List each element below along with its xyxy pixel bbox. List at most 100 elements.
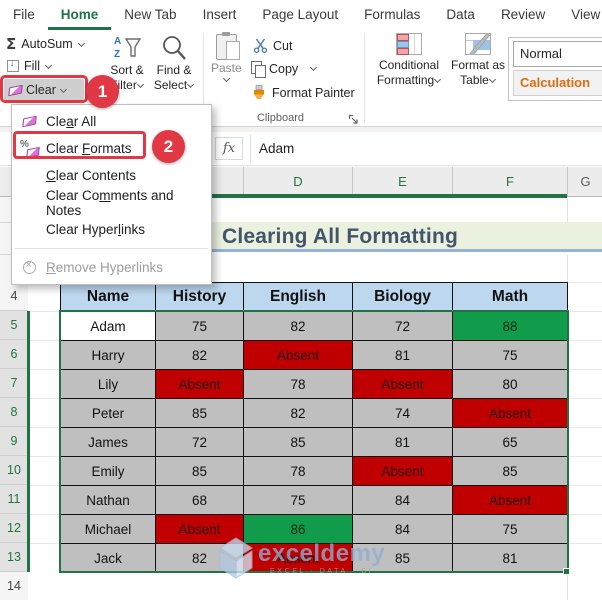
name-cell[interactable]: Jack [61, 544, 156, 573]
format-painter-button[interactable]: Format Painter [250, 85, 355, 101]
row-header-10[interactable]: 10 [0, 456, 28, 485]
column-header-E[interactable]: E [352, 167, 452, 196]
tab-home[interactable]: Home [47, 0, 112, 30]
grade-cell[interactable]: 84 [353, 515, 453, 544]
row-header-12[interactable]: 12 [0, 514, 28, 543]
grade-cell[interactable]: 80 [453, 370, 568, 399]
grade-cell[interactable]: 82 [244, 399, 353, 428]
grade-cell[interactable]: Absent [453, 399, 568, 428]
name-cell[interactable]: Adam [61, 312, 156, 341]
menu-item-remove-hyperlinks[interactable]: Remove Hyperlinks [12, 254, 211, 281]
column-header-cell-history[interactable]: History [156, 283, 244, 312]
cut-button[interactable]: Cut [253, 38, 292, 53]
grade-cell[interactable]: 82 [156, 544, 244, 573]
row-header-14[interactable]: 14 [0, 572, 28, 600]
cell-style-calculation[interactable]: Calculation [513, 70, 602, 96]
row-header-8[interactable]: 8 [0, 398, 28, 427]
fill-button[interactable]: Fill [7, 58, 53, 73]
grade-cell[interactable]: Absent [353, 370, 453, 399]
grade-cell[interactable]: 84 [353, 486, 453, 515]
format-as-table-button[interactable]: Format as Table [447, 33, 509, 88]
menu-item-clear-comments-and-notes[interactable]: Clear Comments and Notes [12, 188, 211, 218]
grade-cell[interactable]: Absent [453, 486, 568, 515]
grade-cell[interactable]: 78 [244, 457, 353, 486]
grade-cell[interactable]: 85 [156, 457, 244, 486]
grade-cell[interactable]: 81 [453, 544, 568, 573]
row-header-9[interactable]: 9 [0, 427, 28, 456]
grade-cell[interactable]: Absent [353, 457, 453, 486]
grade-cell[interactable]: 75 [453, 515, 568, 544]
fill-handle[interactable] [563, 568, 570, 575]
tab-view[interactable]: View [558, 0, 602, 30]
row-header-11[interactable]: 11 [0, 485, 28, 514]
menu-item-clear-hyperlinks[interactable]: Clear Hyperlinks [12, 216, 211, 243]
column-header-D[interactable]: D [243, 167, 352, 196]
tab-new-tab[interactable]: New Tab [111, 0, 189, 30]
grade-cell[interactable]: Absent [156, 515, 244, 544]
autosum-button[interactable]: Σ AutoSum [6, 35, 85, 53]
grade-cell[interactable]: 72 [353, 312, 453, 341]
label-post: lear Contents [55, 168, 137, 183]
tab-data[interactable]: Data [433, 0, 488, 30]
grade-cell[interactable]: 78 [244, 370, 353, 399]
grade-cell[interactable]: Absent [244, 544, 353, 573]
name-cell[interactable]: Michael [61, 515, 156, 544]
conditional-formatting-button[interactable]: Conditional Formatting [372, 33, 446, 88]
tab-insert[interactable]: Insert [190, 0, 250, 30]
formula-bar-value[interactable]: Adam [259, 132, 294, 165]
grade-cell[interactable]: 65 [453, 428, 568, 457]
grade-cell[interactable]: 81 [353, 341, 453, 370]
grade-cell[interactable]: Absent [244, 341, 353, 370]
copy-button[interactable]: Copy [251, 61, 318, 78]
row-header-13[interactable]: 13 [0, 543, 28, 572]
paste-button[interactable]: Paste [211, 32, 242, 83]
name-cell[interactable]: Harry [61, 341, 156, 370]
grade-cell[interactable]: 68 [156, 486, 244, 515]
tab-page-layout[interactable]: Page Layout [249, 0, 351, 30]
grade-cell[interactable]: 72 [156, 428, 244, 457]
grade-cell[interactable]: 85 [156, 399, 244, 428]
column-header-cell-biology[interactable]: Biology [353, 283, 453, 312]
grade-cell[interactable]: 81 [353, 428, 453, 457]
grade-cell[interactable]: 75 [453, 341, 568, 370]
fx-icon[interactable]: fx [215, 137, 243, 160]
name-cell[interactable]: Emily [61, 457, 156, 486]
grade-cell[interactable]: 85 [244, 428, 353, 457]
scissors-icon [253, 38, 268, 53]
column-header-cell-english[interactable]: English [244, 283, 353, 312]
tab-file[interactable]: File [0, 0, 48, 30]
row-header-5[interactable]: 5 [0, 311, 28, 340]
grade-cell[interactable]: Absent [156, 370, 244, 399]
grade-cell[interactable]: 75 [156, 312, 244, 341]
menu-item-clear-contents[interactable]: Clear Contents [12, 162, 211, 189]
column-header-F[interactable]: F [452, 167, 567, 196]
clear-button[interactable]: Clear [4, 79, 84, 101]
row-header-4[interactable]: 4 [0, 282, 28, 311]
grade-cell[interactable]: 85 [353, 544, 453, 573]
eraser-percent-icon [20, 139, 38, 157]
grade-cell[interactable]: 82 [156, 341, 244, 370]
grade-cell[interactable]: 82 [244, 312, 353, 341]
grade-cell[interactable]: 86 [244, 515, 353, 544]
tab-formulas[interactable]: Formulas [351, 0, 433, 30]
tab-review[interactable]: Review [488, 0, 558, 30]
name-cell[interactable]: Peter [61, 399, 156, 428]
grade-cell[interactable]: 75 [244, 486, 353, 515]
dialog-launcher-icon[interactable] [348, 112, 360, 124]
column-header-cell-name[interactable]: Name [61, 283, 156, 312]
row-header-7[interactable]: 7 [0, 369, 28, 398]
grade-cell[interactable]: 88 [453, 312, 568, 341]
label-post: emove Hyperlinks [55, 260, 164, 275]
row-header-6[interactable]: 6 [0, 340, 28, 369]
menu-item-clear-all[interactable]: Clear All [12, 108, 211, 135]
grade-cell[interactable]: 85 [453, 457, 568, 486]
name-cell[interactable]: Nathan [61, 486, 156, 515]
column-header-cell-math[interactable]: Math [453, 283, 568, 312]
name-cell[interactable]: Lily [61, 370, 156, 399]
cell-style-normal[interactable]: Normal [513, 41, 602, 67]
grade-cell[interactable]: 74 [353, 399, 453, 428]
find-select-button[interactable]: Find & Select [150, 33, 198, 93]
remove-link-icon [22, 259, 36, 274]
name-cell[interactable]: James [61, 428, 156, 457]
column-header-G[interactable]: G [567, 167, 602, 196]
